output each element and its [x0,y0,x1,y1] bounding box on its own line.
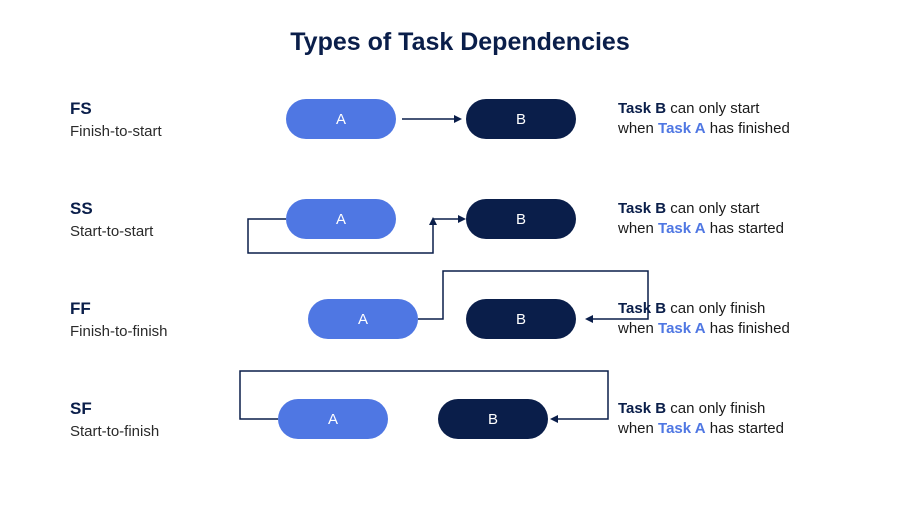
row-fs: FS Finish-to-start A B Task B can only s… [70,95,850,143]
desc-when-ss: when [618,220,658,237]
desc-taska-ff: Task A [658,320,706,337]
abbr-fs: FS [70,99,228,119]
row-ff: FF Finish-to-finish A B Task B can only … [70,295,850,343]
page-title: Types of Task Dependencies [70,28,850,57]
abbr-ff: FF [70,299,228,319]
desc-taskb-fs: Task B [618,100,666,117]
desc-mid-fs: can only start [666,100,759,117]
pill-a-ff: A [308,299,418,339]
row-ss: SS Start-to-start A B Task B can only st… [70,195,850,243]
fullname-sf: Start-to-finish [70,423,228,440]
desc-when-ff: when [618,320,658,337]
desc-fs: Task B can only start when Task A has fin… [618,99,850,140]
dependency-rows: FS Finish-to-start A B Task B can only s… [70,95,850,443]
desc-taska-ss: Task A [658,220,706,237]
row-sf: SF Start-to-finish A B Task B can only f… [70,395,850,443]
diagram-ss: A B [248,195,598,243]
label-col-ff: FF Finish-to-finish [70,299,228,340]
desc-tail-ss: has started [706,220,784,237]
pill-a-ss: A [286,199,396,239]
desc-tail-ff: has finished [706,320,790,337]
pill-b-ss: B [466,199,576,239]
abbr-ss: SS [70,199,228,219]
diagram-fs: A B [248,95,598,143]
label-col-ss: SS Start-to-start [70,199,228,240]
fullname-ss: Start-to-start [70,223,228,240]
pill-b-sf: B [438,399,548,439]
fullname-fs: Finish-to-start [70,123,228,140]
desc-taska-fs: Task A [658,120,706,137]
label-col-fs: FS Finish-to-start [70,99,228,140]
desc-mid-ff: can only finish [666,300,765,317]
desc-ff: Task B can only finish when Task A has fi… [618,299,850,340]
desc-tail-sf: has started [706,420,784,437]
fullname-ff: Finish-to-finish [70,323,228,340]
desc-taskb-sf: Task B [618,400,666,417]
arrow-fs [396,113,466,125]
pill-b-fs: B [466,99,576,139]
pill-b-ff: B [466,299,576,339]
desc-tail-fs: has finished [706,120,790,137]
desc-taskb-ff: Task B [618,300,666,317]
desc-sf: Task B can only finish when Task A has st… [618,399,850,440]
diagram-sf: A B [248,395,598,443]
desc-ss: Task B can only start when Task A has sta… [618,199,850,240]
desc-mid-ss: can only start [666,200,759,217]
abbr-sf: SF [70,399,228,419]
diagram-ff: A B [248,295,598,343]
label-col-sf: SF Start-to-finish [70,399,228,440]
desc-when-sf: when [618,420,658,437]
pill-a-fs: A [286,99,396,139]
desc-taskb-ss: Task B [618,200,666,217]
desc-taska-sf: Task A [658,420,706,437]
desc-mid-sf: can only finish [666,400,765,417]
desc-when-fs: when [618,120,658,137]
pill-a-sf: A [278,399,388,439]
